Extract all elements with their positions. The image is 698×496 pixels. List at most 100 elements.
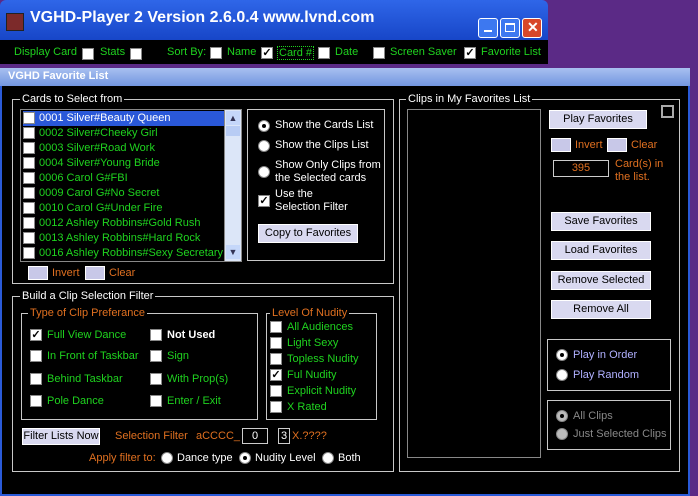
display-card-checkbox[interactable] xyxy=(82,48,94,60)
cards-scrollbar[interactable]: ▲ ▼ xyxy=(224,110,241,261)
front-taskbar-label: In Front of Taskbar xyxy=(47,350,139,362)
list-item-checkbox[interactable] xyxy=(23,127,35,140)
cards-invert-label[interactable]: Invert xyxy=(52,267,80,279)
list-item-label: 0003 Silver#Road Work xyxy=(39,142,155,154)
clips-listbox[interactable] xyxy=(407,109,541,458)
xrated-label: X Rated xyxy=(287,401,327,413)
screen-saver-checkbox[interactable] xyxy=(373,47,385,59)
sort-by-label: Sort By: xyxy=(167,46,207,58)
explicit-checkbox[interactable] xyxy=(270,385,282,397)
dance-type-label: Dance type xyxy=(177,452,233,464)
filter-code-field-1[interactable]: 0 xyxy=(242,428,268,444)
stats-label: Stats xyxy=(100,46,126,58)
sort-date-checkbox[interactable] xyxy=(318,47,330,59)
use-filter-checkbox[interactable]: ✓ xyxy=(258,195,270,207)
filter-code-prefix: aCCCC_ xyxy=(196,430,241,442)
cards-clear-label[interactable]: Clear xyxy=(109,267,135,279)
scroll-thumb[interactable] xyxy=(226,126,240,136)
list-item[interactable]: 0006 Carol G#FBI xyxy=(23,171,225,186)
just-selected-radio[interactable] xyxy=(556,428,568,440)
full-nudity-checkbox[interactable]: ✓ xyxy=(270,369,282,381)
show-only-radio[interactable] xyxy=(258,166,270,178)
full-view-checkbox[interactable]: ✓ xyxy=(30,329,42,341)
copy-to-favorites-button[interactable]: Copy to Favorites xyxy=(258,224,358,243)
play-in-order-radio[interactable] xyxy=(556,349,568,361)
remove-selected-button[interactable]: Remove Selected xyxy=(551,271,651,290)
both-radio[interactable] xyxy=(322,452,334,464)
minimize-button[interactable] xyxy=(478,18,498,38)
play-favorites-button[interactable]: Play Favorites xyxy=(549,110,647,129)
list-item-checkbox[interactable] xyxy=(23,217,35,230)
list-item-checkbox[interactable] xyxy=(23,232,35,245)
list-item[interactable]: 0003 Silver#Road Work xyxy=(23,141,225,156)
behind-taskbar-checkbox[interactable] xyxy=(30,373,42,385)
clips-invert-label[interactable]: Invert xyxy=(575,139,603,151)
scroll-up-icon[interactable]: ▲ xyxy=(226,111,240,125)
sign-checkbox[interactable] xyxy=(150,350,162,362)
clips-corner-icon[interactable] xyxy=(661,105,674,118)
enter-exit-label: Enter / Exit xyxy=(167,395,221,407)
close-button[interactable]: ✕ xyxy=(522,18,542,38)
clips-clear-swatch[interactable] xyxy=(607,138,627,152)
filter-lists-button[interactable]: Filter Lists Now xyxy=(22,428,100,445)
clips-clear-label[interactable]: Clear xyxy=(631,139,657,151)
list-item-checkbox[interactable] xyxy=(23,247,35,260)
remove-all-button[interactable]: Remove All xyxy=(551,300,651,319)
clips-group-label: Clips in My Favorites List xyxy=(406,93,533,105)
xrated-checkbox[interactable] xyxy=(270,401,282,413)
list-item[interactable]: 0004 Silver#Young Bride xyxy=(23,156,225,171)
sort-card-checkbox[interactable]: ✓ xyxy=(261,47,273,59)
list-item[interactable]: 0009 Carol G#No Secret xyxy=(23,186,225,201)
show-clips-radio[interactable] xyxy=(258,140,270,152)
enter-exit-checkbox[interactable] xyxy=(150,395,162,407)
nudity-level-radio[interactable] xyxy=(239,452,251,464)
play-in-order-label: Play in Order xyxy=(573,349,638,361)
favorite-list-checkbox[interactable]: ✓ xyxy=(464,47,476,59)
list-item[interactable]: 0012 Ashley Robbins#Gold Rush xyxy=(23,216,225,231)
list-item[interactable]: 0016 Ashley Robbins#Sexy Secretary xyxy=(23,246,225,261)
list-item-checkbox[interactable] xyxy=(23,187,35,200)
count-label-2: the list. xyxy=(615,171,650,183)
list-item-checkbox[interactable] xyxy=(23,112,35,125)
list-item[interactable]: 0002 Silver#Cheeky Girl xyxy=(23,126,225,141)
dance-type-radio[interactable] xyxy=(161,452,173,464)
list-item-label: 0006 Carol G#FBI xyxy=(39,172,128,184)
all-clips-radio[interactable] xyxy=(556,410,568,422)
list-item-label: 0016 Ashley Robbins#Sexy Secretary xyxy=(39,247,224,259)
cards-clear-swatch[interactable] xyxy=(85,266,105,280)
list-item[interactable]: 0013 Ashley Robbins#Hard Rock xyxy=(23,231,225,246)
save-favorites-button[interactable]: Save Favorites xyxy=(551,212,651,231)
topless-checkbox[interactable] xyxy=(270,353,282,365)
show-cards-radio[interactable] xyxy=(258,120,270,132)
play-random-radio[interactable] xyxy=(556,369,568,381)
list-item[interactable]: 0001 Silver#Beauty Queen xyxy=(23,111,225,126)
topless-label: Topless Nudity xyxy=(287,353,359,365)
apply-filter-label: Apply filter to: xyxy=(89,452,156,464)
all-audiences-checkbox[interactable] xyxy=(270,321,282,333)
front-taskbar-checkbox[interactable] xyxy=(30,350,42,362)
list-item-checkbox[interactable] xyxy=(23,157,35,170)
filter-group-label: Build a Clip Selection Filter xyxy=(20,290,156,302)
pole-dance-label: Pole Dance xyxy=(47,395,104,407)
scroll-down-icon[interactable]: ▼ xyxy=(226,245,240,259)
sort-name-checkbox[interactable] xyxy=(210,47,222,59)
just-selected-label: Just Selected Clips xyxy=(573,428,667,440)
list-item-checkbox[interactable] xyxy=(23,202,35,215)
light-sexy-checkbox[interactable] xyxy=(270,337,282,349)
sort-name-label: Name xyxy=(227,46,257,58)
cards-listbox[interactable]: 0001 Silver#Beauty Queen 0002 Silver#Chee… xyxy=(20,109,242,262)
pole-dance-checkbox[interactable] xyxy=(30,395,42,407)
list-item[interactable]: 0010 Carol G#Under Fire xyxy=(23,201,225,216)
full-view-label: Full View Dance xyxy=(47,329,127,341)
filter-code-suffix: X.???? xyxy=(292,430,327,442)
list-item-checkbox[interactable] xyxy=(23,172,35,185)
not-used-checkbox[interactable] xyxy=(150,329,162,341)
filter-code-field-2[interactable]: 3 xyxy=(278,428,290,444)
clips-invert-swatch[interactable] xyxy=(551,138,571,152)
with-props-checkbox[interactable] xyxy=(150,373,162,385)
list-item-checkbox[interactable] xyxy=(23,142,35,155)
maximize-button[interactable] xyxy=(500,18,520,38)
stats-checkbox[interactable] xyxy=(130,48,142,60)
load-favorites-button[interactable]: Load Favorites xyxy=(551,241,651,260)
cards-invert-swatch[interactable] xyxy=(28,266,48,280)
